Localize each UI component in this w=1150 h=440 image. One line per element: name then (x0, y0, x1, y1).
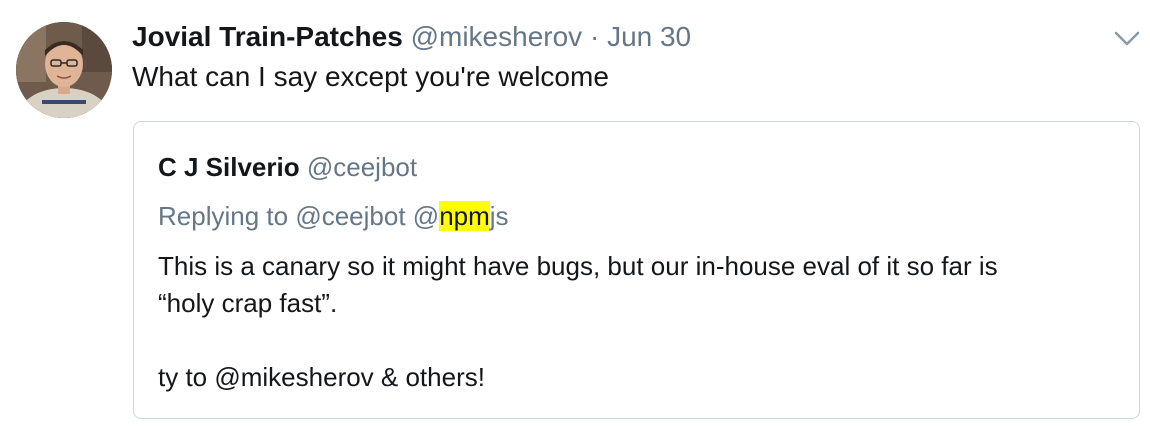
user-avatar[interactable] (16, 22, 112, 118)
quoted-author-handle[interactable]: @ceejbot (307, 152, 417, 182)
replying-to-label: Replying to (158, 201, 289, 231)
chevron-down-icon[interactable] (1110, 24, 1144, 54)
replying-to-line: Replying to @ceejbot @npmjs (158, 199, 509, 233)
header-separator: · (589, 21, 600, 52)
tweet-header: Jovial Train-Patches @mikesherov · Jun 3… (132, 20, 691, 54)
author-handle[interactable]: @mikesherov (411, 21, 583, 52)
reply-mention-npmjs[interactable]: @npmjs (413, 201, 509, 231)
tweet-text: What can I say except you're welcome (132, 61, 609, 92)
search-highlight: npm (439, 201, 490, 231)
quoted-tweet-header: C J Silverio @ceejbot (158, 151, 417, 183)
mention-prefix: @ (412, 201, 440, 231)
tweet-date[interactable]: Jun 30 (607, 21, 691, 52)
quoted-tweet[interactable]: C J Silverio @ceejbot Replying to @ceejb… (133, 121, 1140, 419)
quoted-author-name[interactable]: C J Silverio (158, 152, 300, 182)
quoted-tweet-body: This is a canary so it might have bugs, … (158, 248, 1118, 396)
quoted-body-line: “holy crap fast”. (158, 288, 338, 318)
quoted-body-line: ty to @mikesherov & others! (158, 362, 485, 392)
reply-mention-ceejbot[interactable]: @ceejbot (295, 201, 405, 231)
quoted-body-line: This is a canary so it might have bugs, … (158, 251, 998, 281)
avatar-image (16, 22, 112, 118)
author-name[interactable]: Jovial Train-Patches (132, 21, 403, 52)
tweet: Jovial Train-Patches @mikesherov · Jun 3… (0, 0, 1150, 440)
mention-suffix: js (489, 201, 509, 231)
